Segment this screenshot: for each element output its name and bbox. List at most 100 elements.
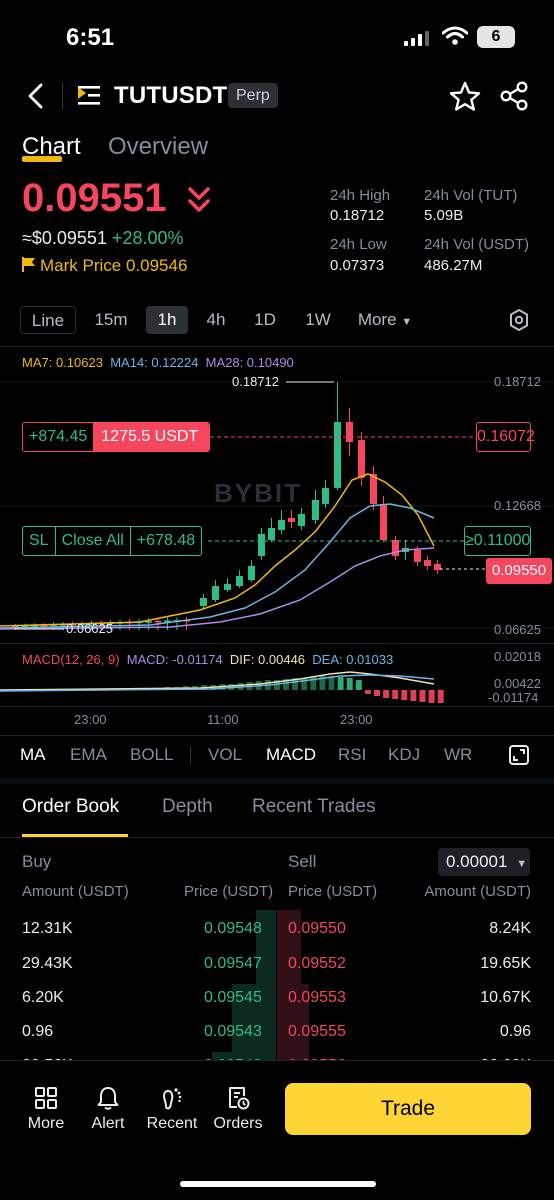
interval-1h[interactable]: 1h xyxy=(146,306,188,334)
chart-settings-icon[interactable] xyxy=(508,308,530,332)
order-book-buy-amount[interactable]: 29.43K xyxy=(22,955,73,973)
candle xyxy=(322,488,329,504)
tab-depth[interactable]: Depth xyxy=(162,796,213,818)
nav-more[interactable]: More xyxy=(16,1085,76,1133)
order-book-buy-amount[interactable]: 12.31K xyxy=(22,920,73,938)
macd-bar xyxy=(364,690,371,694)
indicator-rsi[interactable]: RSI xyxy=(338,745,366,765)
sl-price[interactable]: ≥0.11000 xyxy=(464,526,531,556)
order-book-buy-price[interactable]: 0.09545 xyxy=(204,989,262,1007)
candle xyxy=(414,550,421,562)
ma14-label: MA14: 0.12224 xyxy=(110,355,199,370)
price-down-icon xyxy=(188,187,210,212)
sl-pnl: +678.48 xyxy=(136,532,196,549)
precision-select[interactable]: 0.00001 ▼ xyxy=(438,848,530,876)
candle xyxy=(334,422,341,488)
order-price[interactable]: 0.16072 xyxy=(476,422,535,452)
indicator-ma[interactable]: MA xyxy=(20,745,46,765)
tab-chart-underline xyxy=(22,156,62,162)
tab-recent-trades[interactable]: Recent Trades xyxy=(252,796,376,818)
order-book-sell-amount[interactable]: 19.65K xyxy=(480,955,531,973)
candle xyxy=(288,518,295,522)
fullscreen-icon[interactable] xyxy=(508,744,530,766)
flag-icon xyxy=(22,257,35,272)
stat-vol-tut-value: 5.09B xyxy=(424,207,464,224)
order-book-sell-price[interactable]: 0.09552 xyxy=(288,955,346,973)
candle xyxy=(236,576,243,586)
tab-order-book[interactable]: Order Book xyxy=(22,796,119,818)
time-label-2: 11:00 xyxy=(207,712,239,727)
last-price: 0.09551 xyxy=(22,176,167,220)
sell-label: Sell xyxy=(288,852,317,871)
back-icon[interactable] xyxy=(26,82,46,110)
order-book-sell-amount[interactable]: 0.96 xyxy=(500,1023,531,1041)
signal-icon xyxy=(404,31,429,46)
interval-1w[interactable]: 1W xyxy=(296,306,340,334)
watermark: BYBIT xyxy=(214,478,302,508)
candle xyxy=(346,422,353,442)
order-book-buy-price[interactable]: 0.09543 xyxy=(204,1023,262,1041)
order-book-sell-price[interactable]: 0.09553 xyxy=(288,989,346,1007)
candle xyxy=(298,514,305,526)
macd-bar xyxy=(410,690,417,701)
order-book-buy-amount[interactable]: 0.96 xyxy=(22,1023,53,1041)
order-book-sell-price[interactable]: 0.09550 xyxy=(288,920,346,938)
macd-bar xyxy=(346,678,353,690)
perp-badge: Perp xyxy=(228,83,278,108)
candle xyxy=(278,520,285,530)
pair-title[interactable]: TUTUSDT xyxy=(114,82,227,110)
candle xyxy=(224,584,231,590)
grid-icon xyxy=(35,1087,57,1109)
nav-orders[interactable]: Orders xyxy=(208,1085,268,1133)
share-icon[interactable] xyxy=(498,80,530,112)
macd-axis-top: 0.02018 xyxy=(494,649,541,664)
trade-button[interactable]: Trade xyxy=(285,1083,531,1135)
macd-bar xyxy=(355,680,362,690)
candle xyxy=(258,534,265,556)
high-marker: 0.18712 xyxy=(232,374,279,389)
indicator-kdj[interactable]: KDJ xyxy=(388,745,420,765)
indicator-boll[interactable]: BOLL xyxy=(130,745,173,765)
header-divider xyxy=(62,82,63,110)
stop-loss-bar[interactable]: SL Close All +678.48 xyxy=(22,526,203,556)
sl-label: SL xyxy=(23,527,56,555)
order-book-buy-price[interactable]: 0.09548 xyxy=(204,920,262,938)
stat-vol-usdt-label: 24h Vol (USDT) xyxy=(424,236,530,253)
indicator-macd[interactable]: MACD xyxy=(266,745,316,765)
pair-menu-icon[interactable] xyxy=(76,84,102,108)
close-all-button[interactable]: Close All xyxy=(56,527,131,555)
candle xyxy=(380,504,387,540)
home-indicator xyxy=(180,1181,376,1187)
nav-more-label: More xyxy=(27,1115,65,1132)
macd-divider xyxy=(0,643,554,644)
interval-15m[interactable]: 15m xyxy=(88,306,134,334)
interval-4h[interactable]: 4h xyxy=(198,306,234,334)
candle xyxy=(424,560,431,566)
interval-more[interactable]: More ▼ xyxy=(352,306,418,334)
order-book-sell-price[interactable]: 0.09555 xyxy=(288,1023,346,1041)
interval-more-label: More xyxy=(357,310,397,329)
order-book-buy-price[interactable]: 0.09547 xyxy=(204,955,262,973)
indicator-ema[interactable]: EMA xyxy=(70,745,107,765)
section-gap xyxy=(0,778,554,784)
nav-alert[interactable]: Alert xyxy=(78,1085,138,1133)
order-book-buy-amount[interactable]: 6.20K xyxy=(22,989,64,1007)
macd-bar xyxy=(374,690,380,696)
interval-line[interactable]: Line xyxy=(20,306,76,334)
indicator-divider xyxy=(0,735,554,736)
interval-1d[interactable]: 1D xyxy=(246,306,284,334)
nav-recent[interactable]: Recent xyxy=(142,1085,202,1133)
tab-overview[interactable]: Overview xyxy=(108,133,208,161)
macd-bar xyxy=(337,677,344,690)
axis-label-top: 0.18712 xyxy=(494,374,541,389)
indicator-wr[interactable]: WR xyxy=(444,745,472,765)
order-book-sell-amount[interactable]: 8.24K xyxy=(489,920,531,938)
stat-24h-high-label: 24h High xyxy=(330,187,391,204)
indicator-vol[interactable]: VOL xyxy=(208,745,242,765)
star-icon[interactable] xyxy=(448,80,482,112)
candlestick-chart[interactable] xyxy=(0,370,554,660)
order-book-sell-amount[interactable]: 10.67K xyxy=(480,989,531,1007)
mark-price-line: Mark Price 0.09546 xyxy=(22,256,187,276)
order-position[interactable]: +874.45 1275.5 USDT xyxy=(22,422,210,452)
candle xyxy=(212,586,219,600)
